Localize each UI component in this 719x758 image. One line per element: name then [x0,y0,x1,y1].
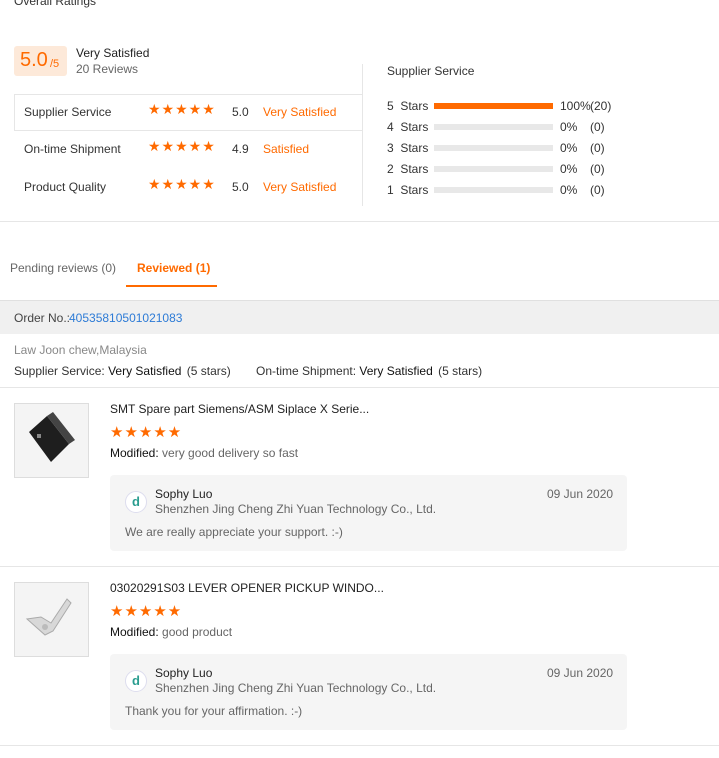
distribution-count: (0) [590,120,605,134]
rating-row-verdict: Satisfied [263,142,310,156]
supplier-reply: d Sophy Luo Shenzhen Jing Cheng Zhi Yuan… [110,475,627,551]
product-thumbnail[interactable] [14,582,89,657]
shipment-value: Very Satisfied [359,364,433,378]
overall-summary: Very Satisfied [76,46,150,60]
buyer-name: Law Joon chew,Malaysia [14,343,147,357]
distribution-title: Supplier Service [387,64,475,78]
product-image-clip [15,404,88,477]
supplier-service-value: Very Satisfied [108,364,182,378]
order-ratings: Supplier Service: Very Satisfied (5 star… [14,364,231,378]
product-title-link[interactable]: SMT Spare part Siemens/ASM Siplace X Ser… [110,402,369,416]
distribution-count: (0) [590,141,605,155]
modified-label: Modified: [110,625,159,639]
overall-score-badge: 5.0 /5 [14,46,67,76]
rating-row-value: 5.0 [232,105,249,119]
review-comment: Modified: very good delivery so fast [110,446,298,460]
rating-row-label: Supplier Service [24,105,112,119]
rating-row-label: On-time Shipment [24,142,121,156]
distribution-label: 3 Stars [387,141,429,155]
active-tab-indicator [126,285,217,287]
supplier-service-stars: (5 stars) [186,364,231,378]
overall-ratings-heading: Overall Ratings [14,0,97,8]
distribution-percent: 100% [560,99,591,113]
overall-score: 5.0 [20,49,48,71]
distribution-percent: 0% [560,141,578,155]
distribution-percent: 0% [560,183,578,197]
distribution-count: (0) [590,183,605,197]
distribution-label: 4 Stars [387,120,429,134]
product-image-lever [15,583,88,656]
distribution-label: 2 Stars [387,162,429,176]
comment-text: good product [162,625,233,639]
star-icon: ★★★★★ [148,139,216,155]
reply-name: Sophy Luo [155,487,213,501]
reply-date: 09 Jun 2020 [547,666,614,680]
reply-text: We are really appreciate your support. :… [125,525,343,539]
distribution-percent: 0% [560,162,578,176]
distribution-count: (20) [590,99,612,113]
star-icon: ★★★★★ [148,102,216,118]
distribution-bar-track [434,166,553,172]
distribution-bar-fill [434,103,553,109]
rating-row-value: 4.9 [232,142,249,156]
product-thumbnail[interactable] [14,403,89,478]
rating-row-label: Product Quality [24,180,107,194]
review-comment: Modified: good product [110,625,232,639]
shipment-label: On-time Shipment: [256,364,357,378]
company-logo-icon: d [125,491,147,513]
reply-text: Thank you for your affirmation. :-) [125,704,303,718]
order-header: Order No.: 40535810501021083 [0,300,719,334]
rating-row-verdict: Very Satisfied [263,180,337,194]
order-ratings-shipment: On-time Shipment: Very Satisfied (5 star… [256,364,482,378]
star-icon: ★★★★★ [110,602,183,620]
company-logo-icon: d [125,670,147,692]
star-icon: ★★★★★ [110,423,183,441]
reply-company: Shenzhen Jing Cheng Zhi Yuan Technology … [155,502,437,516]
order-number-link[interactable]: 40535810501021083 [69,311,182,325]
distribution-count: (0) [590,162,605,176]
distribution-label: 1 Stars [387,183,429,197]
distribution-bar-track [434,145,553,151]
distribution-bar-track [434,124,553,130]
distribution-bar-track [434,187,553,193]
reply-name: Sophy Luo [155,666,213,680]
supplier-reply: d Sophy Luo Shenzhen Jing Cheng Zhi Yuan… [110,654,627,730]
distribution-percent: 0% [560,120,578,134]
overall-score-suffix: /5 [50,58,60,70]
supplier-service-label: Supplier Service: [14,364,105,378]
tab-reviewed[interactable]: Reviewed (1) [137,261,210,275]
rating-row-value: 5.0 [232,180,249,194]
distribution-label: 5 Stars [387,99,429,113]
review-count: 20 Reviews [76,62,139,76]
order-label: Order No.: [14,311,71,325]
reply-date: 09 Jun 2020 [547,487,614,501]
tab-pending-reviews[interactable]: Pending reviews (0) [10,261,116,275]
modified-label: Modified: [110,446,159,460]
distribution-bar-track [434,103,553,109]
product-title-link[interactable]: 03020291S03 LEVER OPENER PICKUP WINDO... [110,581,384,595]
rating-row-verdict: Very Satisfied [263,105,337,119]
comment-text: very good delivery so fast [162,446,299,460]
star-icon: ★★★★★ [148,177,216,193]
shipment-stars: (5 stars) [438,364,483,378]
reply-company: Shenzhen Jing Cheng Zhi Yuan Technology … [155,681,437,695]
